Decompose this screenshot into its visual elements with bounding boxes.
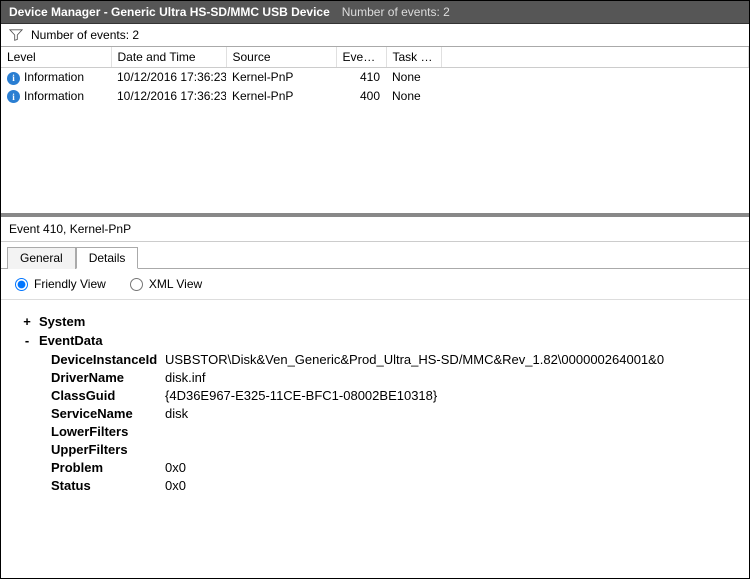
event-grid[interactable]: Level Date and Time Source Event ID Task… [1,47,749,217]
col-eventid[interactable]: Event ID [336,47,386,68]
radio-xml-label: XML View [149,277,202,291]
field-key: Status [51,478,161,493]
cell-date: 10/12/2016 17:36:23 [111,68,226,87]
collapse-icon[interactable]: - [21,333,33,348]
cell-source: Kernel-PnP [226,87,336,106]
cell-eventid: 400 [336,87,386,106]
event-table: Level Date and Time Source Event ID Task… [1,47,749,105]
radio-friendly-view[interactable]: Friendly View [15,277,106,291]
field-value: disk [165,406,188,421]
expand-icon[interactable]: + [21,314,33,329]
filter-text: Number of events: 2 [31,28,139,42]
field-key: DriverName [51,370,161,385]
tab-details[interactable]: Details [76,247,139,269]
cell-task: None [386,87,441,106]
field-key: ServiceName [51,406,161,421]
cell-date: 10/12/2016 17:36:23 [111,87,226,106]
filter-bar: Number of events: 2 [1,24,749,47]
table-row[interactable]: i Information 10/12/2016 17:36:23 Kernel-… [1,68,749,87]
radio-xml-view[interactable]: XML View [130,277,202,291]
field-classguid: ClassGuid {4D36E967-E325-11CE-BFC1-08002… [51,388,729,403]
window-title: Device Manager - Generic Ultra HS-SD/MMC… [9,5,330,19]
field-problem: Problem 0x0 [51,460,729,475]
tree-node-system[interactable]: + System [21,314,729,329]
radio-friendly-input[interactable] [15,278,28,291]
field-key: DeviceInstanceId [51,352,161,367]
tree-label-eventdata: EventData [39,333,103,348]
table-header-row: Level Date and Time Source Event ID Task… [1,47,749,68]
field-value: {4D36E967-E325-11CE-BFC1-08002BE10318} [165,388,437,403]
field-value: 0x0 [165,460,186,475]
tab-general[interactable]: General [7,247,76,269]
field-status: Status 0x0 [51,478,729,493]
col-spacer [441,47,749,68]
filter-icon[interactable] [9,28,23,42]
detail-tabs: General Details [1,242,749,269]
window-titlebar: Device Manager - Generic Ultra HS-SD/MMC… [1,1,749,24]
radio-friendly-label: Friendly View [34,277,106,291]
field-key: ClassGuid [51,388,161,403]
tree-node-eventdata[interactable]: - EventData [21,333,729,348]
view-mode-row: Friendly View XML View [1,269,749,300]
cell-task: None [386,68,441,87]
col-level[interactable]: Level [1,47,111,68]
cell-eventid: 410 [336,68,386,87]
field-key: UpperFilters [51,442,161,457]
cell-source: Kernel-PnP [226,68,336,87]
tree-label-system: System [39,314,85,329]
field-value: disk.inf [165,370,205,385]
field-key: LowerFilters [51,424,161,439]
detail-header: Event 410, Kernel-PnP [1,217,749,242]
detail-tree: + System - EventData DeviceInstanceId US… [1,300,749,578]
field-drivername: DriverName disk.inf [51,370,729,385]
radio-xml-input[interactable] [130,278,143,291]
field-servicename: ServiceName disk [51,406,729,421]
col-date[interactable]: Date and Time [111,47,226,68]
field-value: 0x0 [165,478,186,493]
field-key: Problem [51,460,161,475]
info-icon: i [7,90,20,103]
cell-level: Information [24,70,84,84]
field-deviceinstanceid: DeviceInstanceId USBSTOR\Disk&Ven_Generi… [51,352,729,367]
field-upperfilters: UpperFilters [51,442,729,457]
info-icon: i [7,72,20,85]
window-subtitle: Number of events: 2 [342,5,450,19]
table-row[interactable]: i Information 10/12/2016 17:36:23 Kernel-… [1,87,749,106]
cell-level: Information [24,89,84,103]
field-lowerfilters: LowerFilters [51,424,729,439]
col-task[interactable]: Task C... [386,47,441,68]
col-source[interactable]: Source [226,47,336,68]
field-value: USBSTOR\Disk&Ven_Generic&Prod_Ultra_HS-S… [165,352,664,367]
